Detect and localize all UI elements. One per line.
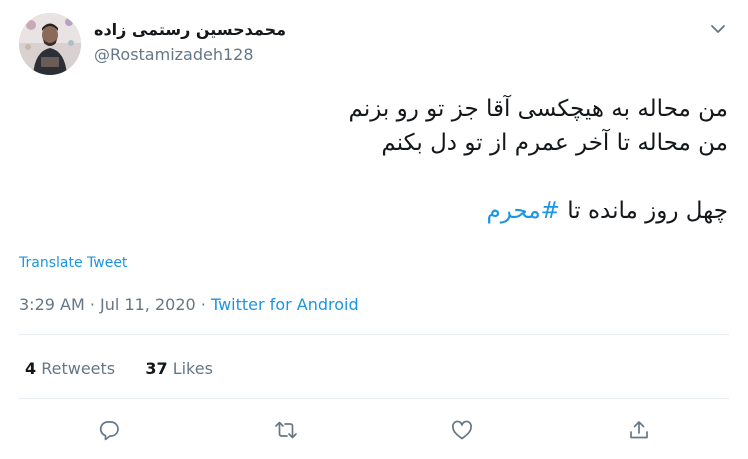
chevron-down-icon — [711, 25, 725, 33]
tweet-meta: 3:29 AM · Jul 11, 2020 · Twitter for And… — [19, 295, 359, 314]
hashtag-link[interactable]: #محرم — [487, 198, 560, 224]
tweet-text-line-3-prefix: چهل روز مانده تا — [559, 198, 728, 224]
retweet-icon — [275, 421, 297, 439]
translate-tweet-link[interactable]: Translate Tweet — [19, 255, 127, 271]
likes-label: Likes — [172, 359, 213, 378]
tweet-text: من محاله به هیچکسی آقا جز تو رو بزنم من … — [28, 92, 728, 228]
reply-icon — [99, 421, 119, 441]
tweet-text-spacer — [28, 160, 728, 194]
tweet-time[interactable]: 3:29 AM — [19, 295, 85, 314]
likes-count: 37 — [145, 359, 168, 378]
retweets-stat[interactable]: 4 Retweets — [25, 359, 115, 378]
meta-separator: · — [200, 295, 206, 314]
tweet-text-line-2: من محاله تا آخر عمرم از تو دل بکنم — [381, 130, 728, 156]
tweet-text-line-3: چهل روز مانده تا #محرم — [28, 194, 728, 228]
divider — [19, 334, 729, 335]
like-button[interactable] — [449, 417, 475, 443]
meta-separator: · — [89, 295, 95, 314]
tweet-menu-button[interactable] — [707, 18, 729, 40]
avatar[interactable] — [19, 13, 81, 75]
avatar-photo — [19, 13, 81, 75]
tweet-source-link[interactable]: Twitter for Android — [211, 295, 359, 314]
share-button[interactable] — [626, 417, 652, 443]
tweet-card: محمدحسین رستمی زاده @Rostamizadeh128 من … — [0, 0, 748, 459]
tweet-stats: 4 Retweets 37 Likes — [25, 359, 213, 378]
tweet-text-line-1: من محاله به هیچکسی آقا جز تو رو بزنم — [348, 96, 728, 122]
author-handle[interactable]: @Rostamizadeh128 — [94, 45, 254, 64]
divider — [19, 398, 729, 399]
heart-icon — [452, 420, 472, 440]
tweet-date[interactable]: Jul 11, 2020 — [100, 295, 196, 314]
retweets-count: 4 — [25, 359, 37, 378]
retweet-button[interactable] — [273, 417, 299, 443]
reply-button[interactable] — [96, 417, 122, 443]
retweets-label: Retweets — [41, 359, 116, 378]
likes-stat[interactable]: 37 Likes — [145, 359, 213, 378]
author-display-name[interactable]: محمدحسین رستمی زاده — [94, 20, 286, 39]
share-icon — [630, 421, 648, 439]
